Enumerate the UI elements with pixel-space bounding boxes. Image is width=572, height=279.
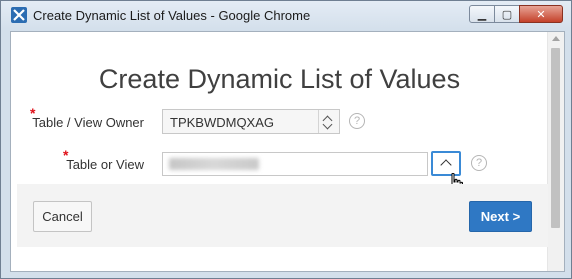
dialog-content: Create Dynamic List of Values * Table / … bbox=[10, 31, 565, 272]
table-input[interactable] bbox=[162, 152, 428, 176]
dialog-footer: Cancel Next > bbox=[17, 184, 548, 247]
minimize-button[interactable]: ▁ bbox=[469, 5, 495, 23]
chevron-up-icon bbox=[440, 159, 452, 171]
scroll-up-arrow-icon[interactable] bbox=[552, 36, 560, 41]
owner-select-value: TPKBWDMQXAG bbox=[170, 115, 275, 130]
select-arrows-icon bbox=[318, 110, 339, 133]
vertical-scrollbar[interactable] bbox=[547, 32, 564, 271]
next-button[interactable]: Next > bbox=[469, 201, 532, 232]
table-help-icon[interactable]: ? bbox=[471, 155, 487, 171]
redacted-value bbox=[169, 158, 259, 170]
owner-help-icon[interactable]: ? bbox=[349, 113, 365, 129]
window-title: Create Dynamic List of Values - Google C… bbox=[33, 8, 311, 23]
page-title: Create Dynamic List of Values bbox=[98, 64, 461, 94]
titlebar[interactable]: Create Dynamic List of Values - Google C… bbox=[1, 1, 571, 31]
table-label: Table or View bbox=[66, 157, 144, 172]
close-button[interactable]: ✕ bbox=[519, 5, 563, 23]
apex-app-icon bbox=[11, 7, 27, 23]
maximize-button[interactable]: ▢ bbox=[494, 5, 520, 23]
scroll-thumb[interactable] bbox=[551, 48, 560, 228]
browser-window: Create Dynamic List of Values - Google C… bbox=[0, 0, 572, 279]
window-controls: ▁ ▢ ✕ bbox=[469, 5, 563, 23]
owner-select[interactable]: TPKBWDMQXAG bbox=[162, 109, 340, 134]
cancel-button[interactable]: Cancel bbox=[33, 201, 92, 232]
owner-label: Table / View Owner bbox=[32, 115, 144, 130]
